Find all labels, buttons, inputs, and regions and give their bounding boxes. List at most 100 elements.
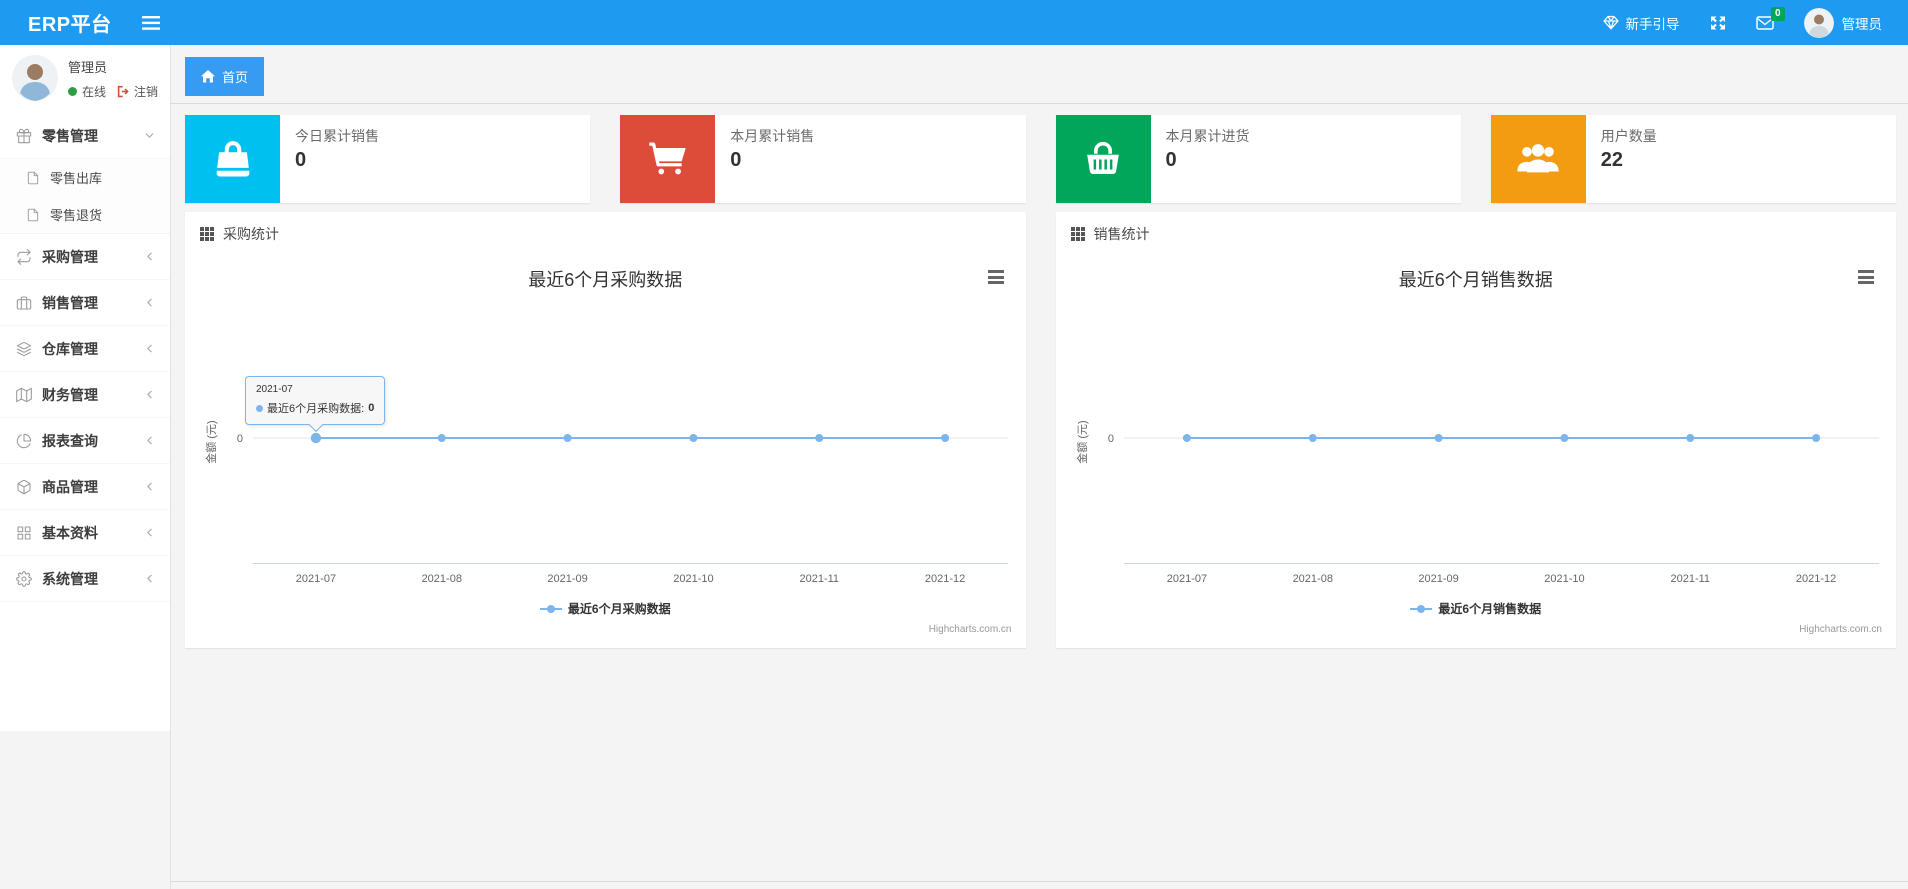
- export-menu-button[interactable]: [987, 270, 1004, 287]
- x-axis-label: 2021-10: [1544, 573, 1584, 585]
- legend-item[interactable]: 最近6个月采购数据: [539, 600, 671, 617]
- chart-plot-area: 0 金额 (元) 2021-07 2021-08 2021-09 2021-10 2021-…: [1075, 420, 1879, 585]
- data-point[interactable]: [1308, 434, 1317, 442]
- sidebar-item-label: 财务管理: [42, 386, 98, 403]
- x-axis-label: 2021-08: [422, 573, 462, 585]
- data-point[interactable]: [941, 434, 950, 442]
- y-axis-tick: 0: [1107, 433, 1113, 445]
- legend-marker-icon: [1410, 604, 1433, 613]
- gift-icon: [16, 128, 42, 144]
- chevron-left-icon: [143, 434, 156, 447]
- tooltip-series-dot: [256, 404, 263, 412]
- chevron-left-icon: [143, 388, 156, 401]
- sales-chart: 0 金额 (元) 2021-07 2021-08 2021-09 2021-10 2021-…: [1056, 256, 1897, 648]
- stat-card-value: 0: [1165, 149, 1177, 171]
- gear-icon: [16, 570, 42, 587]
- stat-card-label: 今日累计销售: [295, 128, 379, 144]
- sidebar-item-sales[interactable]: 销售管理: [0, 280, 170, 326]
- data-point[interactable]: [1182, 434, 1191, 442]
- stat-card-today-sales: 今日累计销售 0: [185, 115, 591, 203]
- top-navbar: ERP平台 新手引导 0 管理员: [0, 0, 1908, 45]
- sidebar-item-label: 采购管理: [42, 248, 98, 265]
- sidebar-user-panel: 管理员 在线 注销: [0, 45, 170, 113]
- charts-row: 采购统计 0 金额 (元) 2021-07 2021-08 2021-09 2021-10…: [185, 212, 1896, 648]
- data-point[interactable]: [1559, 434, 1568, 442]
- sidebar-item-retail[interactable]: 零售管理: [0, 113, 170, 159]
- guide-link[interactable]: 新手引导: [1602, 13, 1680, 33]
- data-point[interactable]: [1685, 434, 1694, 442]
- main-content: 首页 今日累计销售 0 本月累计销售 0 本月累计进货 0 用户数量 22 采购…: [171, 45, 1908, 889]
- file-icon: [26, 208, 50, 222]
- legend-item[interactable]: 最近6个月销售数据: [1410, 600, 1541, 617]
- sidebar: 管理员 在线 注销 零售管理 零售出库 零售退货采购管理销售管理 仓库管理财务管理: [0, 45, 170, 731]
- chevron-left-icon: [143, 250, 156, 263]
- export-menu-button[interactable]: [1858, 270, 1874, 287]
- messages-button[interactable]: 0: [1755, 6, 1785, 30]
- sidebar-border: [170, 45, 171, 889]
- tab-home[interactable]: 首页: [185, 57, 265, 96]
- logout-label: 注销: [134, 84, 159, 99]
- layers-icon: [16, 341, 42, 357]
- sidebar-item-basic[interactable]: 基本资料: [0, 510, 170, 556]
- stat-card-month-purchase: 本月累计进货 0: [1055, 115, 1461, 203]
- x-axis-label: 2021-08: [1292, 573, 1332, 585]
- username-label: 管理员: [1841, 16, 1883, 32]
- sidebar-item-warehouse[interactable]: 仓库管理: [0, 326, 170, 372]
- panel-title: 采购统计: [223, 226, 279, 242]
- panel-title: 销售统计: [1093, 226, 1150, 242]
- th-grid-icon: [1070, 227, 1085, 241]
- file-icon: [26, 171, 50, 185]
- tooltip-value: 0: [368, 402, 375, 414]
- app-logo: ERP平台: [28, 14, 112, 36]
- chart-credits[interactable]: Highcharts.com.cn: [1799, 624, 1882, 635]
- grid-icon: [16, 525, 42, 541]
- data-point[interactable]: [437, 434, 446, 442]
- chevron-left-icon: [143, 572, 156, 585]
- online-status-label: 在线: [82, 84, 107, 99]
- x-axis-label: 2021-09: [547, 573, 587, 585]
- chart-legend: 最近6个月采购数据: [185, 600, 1026, 617]
- sidebar-item-retail-return[interactable]: 零售退货: [0, 196, 170, 233]
- user-menu[interactable]: 管理员: [1803, 7, 1883, 38]
- chevron-down-icon: [143, 129, 156, 142]
- data-point[interactable]: [815, 434, 824, 442]
- sidebar-submenu-retail: 零售出库 零售退货: [0, 159, 170, 234]
- sidebar-item-goods[interactable]: 商品管理: [0, 464, 170, 510]
- guide-label: 新手引导: [1625, 16, 1680, 32]
- sidebar-item-purchase[interactable]: 采购管理: [0, 234, 170, 280]
- data-point[interactable]: [310, 432, 322, 444]
- chart-title: 最近6个月采购数据: [528, 270, 683, 290]
- purchase-chart: 0 金额 (元) 2021-07 2021-08 2021-09 2021-10 2021-…: [185, 256, 1026, 648]
- logout-link[interactable]: 注销: [117, 83, 158, 100]
- fullscreen-icon: [1710, 15, 1726, 31]
- sidebar-item-report[interactable]: 报表查询: [0, 418, 170, 464]
- map-icon: [16, 387, 42, 403]
- online-status-icon: [68, 86, 77, 96]
- data-point[interactable]: [1434, 434, 1443, 442]
- sidebar-item-finance[interactable]: 财务管理: [0, 372, 170, 418]
- panel-header: 销售统计: [1056, 212, 1897, 256]
- gem-icon: [1602, 15, 1619, 30]
- stat-card-label: 本月累计销售: [730, 128, 815, 144]
- chevron-left-icon: [143, 342, 156, 355]
- sidebar-item-system[interactable]: 系统管理: [0, 556, 170, 602]
- data-point[interactable]: [689, 434, 698, 442]
- users-icon: [1490, 115, 1586, 203]
- sidebar-item-retail-outbound[interactable]: 零售出库: [0, 159, 170, 196]
- x-axis-label: 2021-11: [799, 573, 839, 585]
- tabs-divider: [171, 103, 1908, 104]
- fullscreen-button[interactable]: [1710, 15, 1726, 31]
- hamburger-icon[interactable]: [134, 0, 168, 45]
- y-axis-title: 金额 (元): [1075, 420, 1089, 463]
- hamburger-bars-icon: [141, 15, 160, 30]
- data-point[interactable]: [563, 434, 572, 442]
- tab-home-label: 首页: [222, 70, 249, 85]
- repeat-icon: [16, 248, 42, 265]
- sidebar-item-label: 基本资料: [42, 524, 98, 541]
- chart-credits[interactable]: Highcharts.com.cn: [929, 624, 1012, 635]
- chevron-left-icon: [143, 296, 156, 309]
- data-point[interactable]: [1811, 434, 1820, 442]
- sales-stats-panel: 销售统计 0 金额 (元) 2021-07 2021-08 2021-09 2021-10…: [1055, 212, 1897, 648]
- shopping-bag-icon: [185, 115, 280, 203]
- sidebar-item-label: 商品管理: [42, 478, 98, 495]
